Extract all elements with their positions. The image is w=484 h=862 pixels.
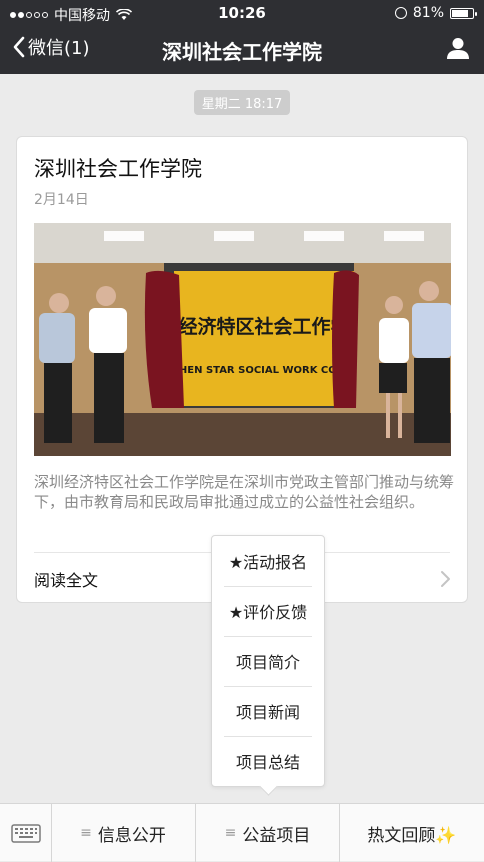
user-profile-icon[interactable] bbox=[446, 36, 470, 60]
bottom-menu-bar: ≡ 信息公开 ≡ 公益项目 热文回顾✨ bbox=[0, 803, 484, 862]
banner-text-cn: 经济特区社会工作学 bbox=[178, 315, 349, 338]
submenu-popup: ★活动报名 ★评价反馈 项目简介 项目新闻 项目总结 bbox=[211, 535, 325, 796]
menu-lines-icon: ≡ bbox=[80, 825, 92, 841]
menu-info-disclosure[interactable]: ≡ 信息公开 bbox=[51, 804, 196, 862]
menu-popular-articles[interactable]: 热文回顾✨ bbox=[340, 804, 484, 862]
submenu-item-project-intro[interactable]: 项目简介 bbox=[224, 636, 312, 687]
article-description: 深圳经济特区社会工作学院是在深圳市党政主管部门推动与统筹下，由市教育局和民政局审… bbox=[34, 473, 455, 511]
keyboard-icon bbox=[10, 824, 41, 843]
back-button[interactable]: 微信(1) bbox=[12, 34, 90, 60]
article-cover-image: 经济特区社会工作学 ZHEN STAR SOCIAL WORK COLLE bbox=[34, 223, 451, 456]
battery-percent: 81% bbox=[412, 5, 444, 21]
banner-text-en: ZHEN STAR SOCIAL WORK COLLE bbox=[172, 365, 357, 376]
submenu-item-event-signup[interactable]: ★活动报名 bbox=[224, 536, 312, 587]
menu-lines-icon: ≡ bbox=[224, 825, 237, 841]
menu-public-welfare-projects[interactable]: ≡ 公益项目 bbox=[196, 804, 340, 862]
keyboard-toggle-button[interactable] bbox=[0, 804, 52, 862]
message-timestamp: 星期二 18:17 bbox=[0, 90, 484, 115]
article-card[interactable]: 深圳社会工作学院 2月14日 经济特区社会工作学 ZHEN STAR SOCIA… bbox=[16, 136, 468, 603]
chevron-right-icon bbox=[441, 571, 450, 587]
rotation-lock-icon bbox=[394, 7, 407, 19]
article-title: 深圳社会工作学院 bbox=[34, 157, 202, 181]
read-more-link[interactable]: 阅读全文 bbox=[34, 567, 98, 591]
nav-bar: 微信(1) 深圳社会工作学院 bbox=[0, 26, 484, 74]
article-date: 2月14日 bbox=[34, 192, 89, 208]
submenu-item-feedback[interactable]: ★评价反馈 bbox=[224, 586, 312, 637]
chevron-left-icon bbox=[13, 36, 25, 58]
submenu-item-project-news[interactable]: 项目新闻 bbox=[224, 686, 312, 737]
status-bar: 中国移动 10:26 81% bbox=[0, 0, 484, 26]
battery-icon bbox=[450, 7, 477, 19]
top-bar: 中国移动 10:26 81% 微信(1) 深圳社会工作学院 bbox=[0, 0, 484, 74]
back-label: 微信(1) bbox=[28, 38, 90, 59]
